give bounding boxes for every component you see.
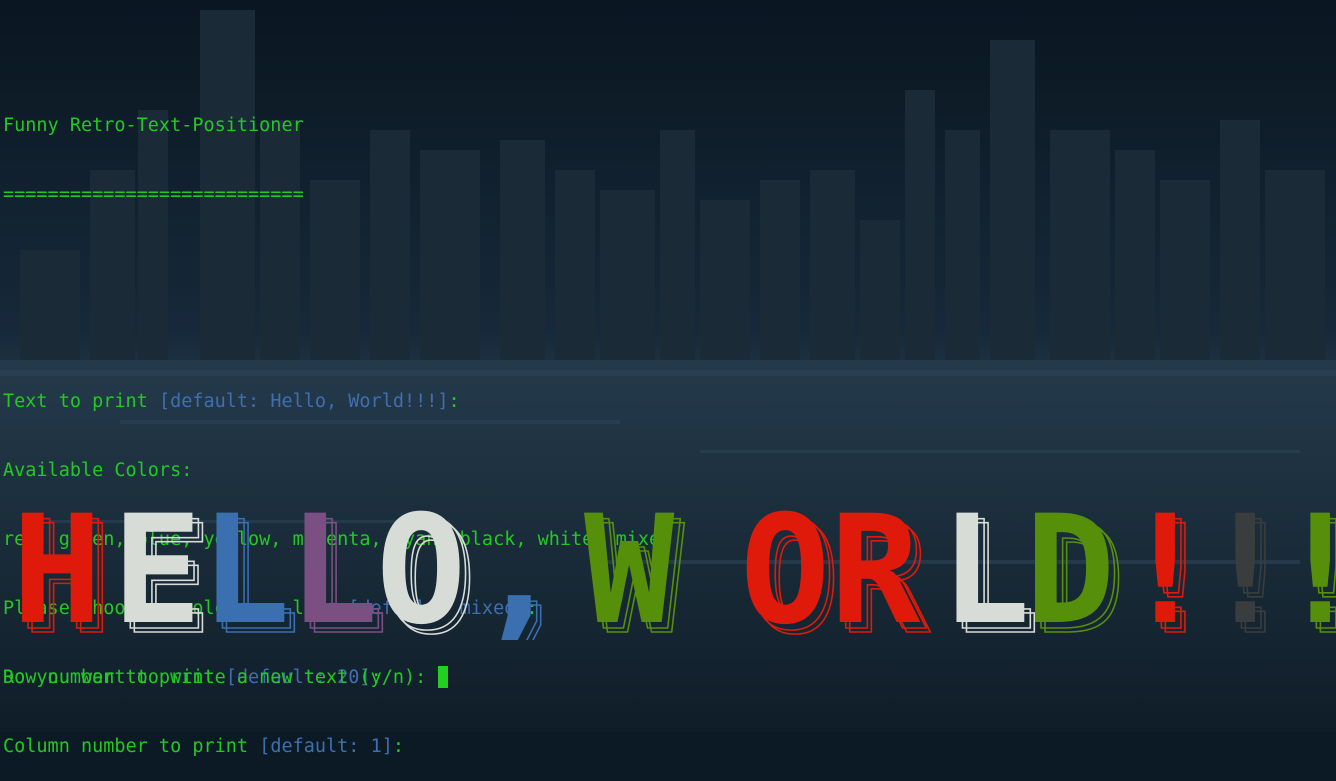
- svg-text:O: O: [740, 500, 830, 640]
- svg-text:W: W: [584, 500, 675, 640]
- banner-letter: !!!: [1275, 500, 1336, 640]
- banner-letter: RRR: [830, 500, 932, 640]
- text-cursor[interactable]: [438, 666, 449, 688]
- continue-prompt[interactable]: Do you want to write a new text (y/n):: [3, 666, 449, 689]
- text-prompt-line: Text to print [default: Hello, World!!!]…: [3, 391, 460, 412]
- banner-letter: WWW: [584, 500, 686, 640]
- app-title: Funny Retro-Text-Positioner: [3, 115, 304, 136]
- column-prompt-line: Column number to print [default: 1]:: [3, 736, 404, 757]
- continue-question: Do you want to write a new text (y/n):: [3, 667, 438, 688]
- svg-text:H: H: [12, 500, 102, 640]
- default-hint: [default: Hello, World!!!]: [158, 391, 449, 412]
- svg-text:,: ,: [474, 500, 564, 640]
- svg-text:L: L: [288, 500, 378, 640]
- colors-heading: Available Colors:: [3, 460, 193, 481]
- banner-letter: DDD: [1025, 500, 1126, 640]
- ascii-art-banner: HHHEEELLLLLLOOO,,,WWWOOORRRLLLDDD!!!!!!!…: [12, 500, 1336, 640]
- svg-text:E: E: [112, 500, 202, 640]
- svg-text:O: O: [376, 500, 466, 640]
- svg-text:!: !: [1275, 500, 1336, 640]
- banner-letter: OOO: [376, 500, 477, 640]
- banner-letter: HHH: [12, 500, 113, 640]
- svg-text:R: R: [830, 500, 921, 640]
- svg-text:L: L: [940, 500, 1030, 640]
- banner-letter: ,,,: [474, 500, 575, 640]
- svg-text:D: D: [1025, 500, 1115, 640]
- banner-letter: OOO: [740, 500, 841, 640]
- banner-letter: LLL: [200, 500, 301, 640]
- banner-letter: LLL: [288, 500, 389, 640]
- title-underline: ===========================: [3, 184, 304, 205]
- banner-letter: EEE: [112, 500, 213, 640]
- default-hint: [default: 1]: [259, 736, 393, 757]
- svg-text:!: !: [1120, 500, 1210, 640]
- svg-text:L: L: [200, 500, 290, 640]
